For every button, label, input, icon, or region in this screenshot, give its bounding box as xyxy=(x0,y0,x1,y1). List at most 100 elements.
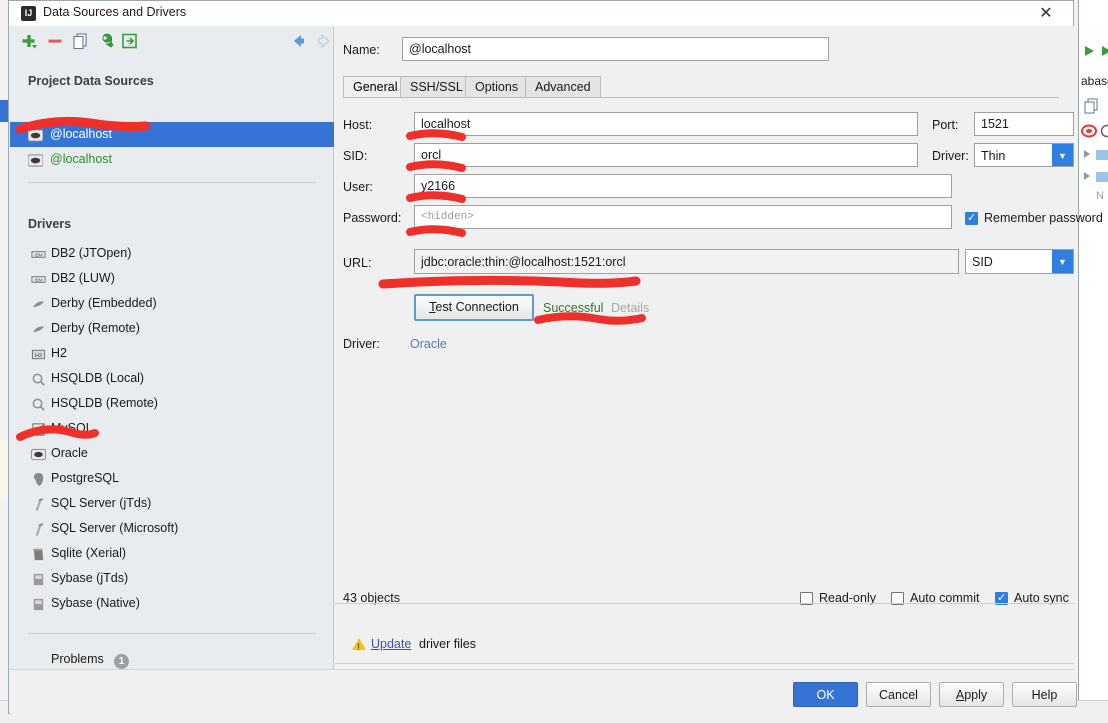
tab-strip: General SSH/SSL Options Advanced xyxy=(343,76,1059,98)
remove-button[interactable] xyxy=(46,32,64,50)
driver-select-label: Driver: xyxy=(932,149,969,163)
ibm-icon: IBM xyxy=(31,271,46,286)
hsqldb-icon xyxy=(31,396,46,411)
footer-separator-2 xyxy=(335,663,1074,664)
run-icon xyxy=(1085,46,1094,56)
driver-item-mysql[interactable]: MySQL xyxy=(10,416,334,441)
data-sources-dialog: IJ Data Sources and Drivers ✕ Project Da… xyxy=(8,0,1103,714)
sybase-icon xyxy=(31,571,46,586)
derby-icon xyxy=(31,321,46,336)
project-data-sources-title: Project Data Sources xyxy=(28,74,154,88)
test-details-link[interactable]: Details xyxy=(611,301,649,315)
host-label: Host: xyxy=(343,118,373,132)
dialog-title: Data Sources and Drivers xyxy=(43,5,187,19)
driver-item-label: DB2 (LUW) xyxy=(51,271,115,285)
driver-select[interactable]: Thin ▼ xyxy=(974,143,1074,167)
name-input[interactable] xyxy=(402,37,829,61)
footer-separator-1 xyxy=(335,603,1074,604)
driver-item-postgresql[interactable]: PostgreSQL xyxy=(10,466,334,491)
update-driver-link[interactable]: Update xyxy=(371,637,411,651)
copy-button[interactable] xyxy=(71,32,89,50)
driver-item-hsqldb-local[interactable]: HSQLDB (Local) xyxy=(10,366,334,391)
password-input[interactable] xyxy=(414,205,952,229)
tab-general[interactable]: General xyxy=(343,76,408,98)
tab-options[interactable]: Options xyxy=(465,76,529,98)
update-driver-suffix: driver files xyxy=(419,637,476,651)
data-source-item-localhost-2[interactable]: @localhost xyxy=(10,147,334,172)
import-button[interactable] xyxy=(121,32,139,50)
data-source-label: @localhost xyxy=(50,127,113,141)
driver-item-derby-remote[interactable]: Derby (Remote) xyxy=(10,316,334,341)
host-input[interactable] xyxy=(414,112,918,136)
test-connection-button[interactable]: Test Connection xyxy=(414,294,534,321)
driver-item-label: Oracle xyxy=(51,446,88,460)
driver-item-label: HSQLDB (Remote) xyxy=(51,396,158,410)
driver-value-link[interactable]: Oracle xyxy=(410,337,447,351)
cancel-button[interactable]: Cancel xyxy=(866,682,931,707)
mysql-icon xyxy=(31,421,46,436)
derby-icon xyxy=(31,296,46,311)
problems-label[interactable]: Problems xyxy=(51,652,104,666)
postgresql-icon xyxy=(31,471,46,487)
background-item-label: N xyxy=(1096,190,1104,202)
h2-icon: H2 xyxy=(31,346,46,361)
url-input[interactable] xyxy=(414,249,959,274)
driver-item-db2-jtopen[interactable]: IBM DB2 (JTOpen) xyxy=(10,241,334,266)
add-button[interactable] xyxy=(20,32,38,50)
svg-text:IBM: IBM xyxy=(34,278,42,283)
help-button[interactable]: Help xyxy=(1012,682,1077,707)
apply-button[interactable]: Apply xyxy=(939,682,1004,707)
driver-item-sql-server-microsoft[interactable]: SQL Server (Microsoft) xyxy=(10,516,334,541)
svg-text:IBM: IBM xyxy=(34,253,42,258)
hsqldb-icon xyxy=(31,371,46,386)
test-status-label: Successful xyxy=(543,301,604,315)
left-panel-divider xyxy=(28,182,316,183)
close-icon[interactable]: ✕ xyxy=(1031,3,1061,25)
user-input[interactable] xyxy=(414,174,952,198)
chevron-down-icon-2: ▼ xyxy=(1052,250,1073,273)
forward-button[interactable] xyxy=(315,32,333,50)
driver-item-sybase-native[interactable]: Sybase (Native) xyxy=(10,591,334,616)
driver-item-label: Derby (Remote) xyxy=(51,321,140,335)
svg-text:H2: H2 xyxy=(35,353,42,359)
driver-item-label: Sqlite (Xerial) xyxy=(51,546,127,560)
check-icon: ✓ xyxy=(967,212,977,224)
ibm-icon: IBM xyxy=(31,246,46,261)
tab-ssh-ssl[interactable]: SSH/SSL xyxy=(400,76,473,98)
remember-password-label: Remember password xyxy=(984,211,1103,225)
sid-label: SID: xyxy=(343,149,368,163)
oracle-icon xyxy=(31,446,46,461)
driver-item-oracle[interactable]: Oracle xyxy=(10,441,334,466)
back-button[interactable] xyxy=(290,32,308,50)
background-database-label: abase xyxy=(1081,74,1108,88)
driver-item-label: SQL Server (Microsoft) xyxy=(51,521,179,535)
sybase-icon xyxy=(31,596,46,611)
driver-item-label: Sybase (Native) xyxy=(51,596,140,610)
intellij-idea-icon: IJ xyxy=(21,6,36,21)
port-input[interactable] xyxy=(974,112,1074,136)
driver-label: Driver: xyxy=(343,337,380,351)
ok-button[interactable]: OK xyxy=(793,682,858,707)
left-panel-toolbar xyxy=(10,26,334,56)
sqlserver-icon xyxy=(31,521,46,537)
oracle-db-icon-2 xyxy=(27,152,44,167)
driver-item-h2[interactable]: H2 H2 xyxy=(10,341,334,366)
chevron-down-icon: ▼ xyxy=(1052,144,1073,166)
sid-input[interactable] xyxy=(414,143,918,167)
driver-item-sybase-jtds[interactable]: Sybase (jTds) xyxy=(10,566,334,591)
driver-item-sql-server-jtds[interactable]: SQL Server (jTds) xyxy=(10,491,334,516)
url-mode-select[interactable]: SID ▼ xyxy=(965,249,1074,274)
driver-item-label: DB2 (JTOpen) xyxy=(51,246,132,260)
warning-bang: ! xyxy=(357,642,360,652)
data-source-label-2: @localhost xyxy=(50,152,113,166)
data-source-item-localhost[interactable]: @localhost xyxy=(10,122,334,147)
driver-item-db2-luw[interactable]: IBM DB2 (LUW) xyxy=(10,266,334,291)
driver-item-derby-embedded[interactable]: Derby (Embedded) xyxy=(10,291,334,316)
driver-item-sqlite-xerial[interactable]: Sqlite (Xerial) xyxy=(10,541,334,566)
driver-item-hsqldb-remote[interactable]: HSQLDB (Remote) xyxy=(10,391,334,416)
drivers-title: Drivers xyxy=(28,217,72,231)
driver-item-label: Sybase (jTds) xyxy=(51,571,129,585)
driver-item-label: Derby (Embedded) xyxy=(51,296,157,310)
properties-button[interactable] xyxy=(96,32,114,50)
tab-advanced[interactable]: Advanced xyxy=(525,76,601,98)
